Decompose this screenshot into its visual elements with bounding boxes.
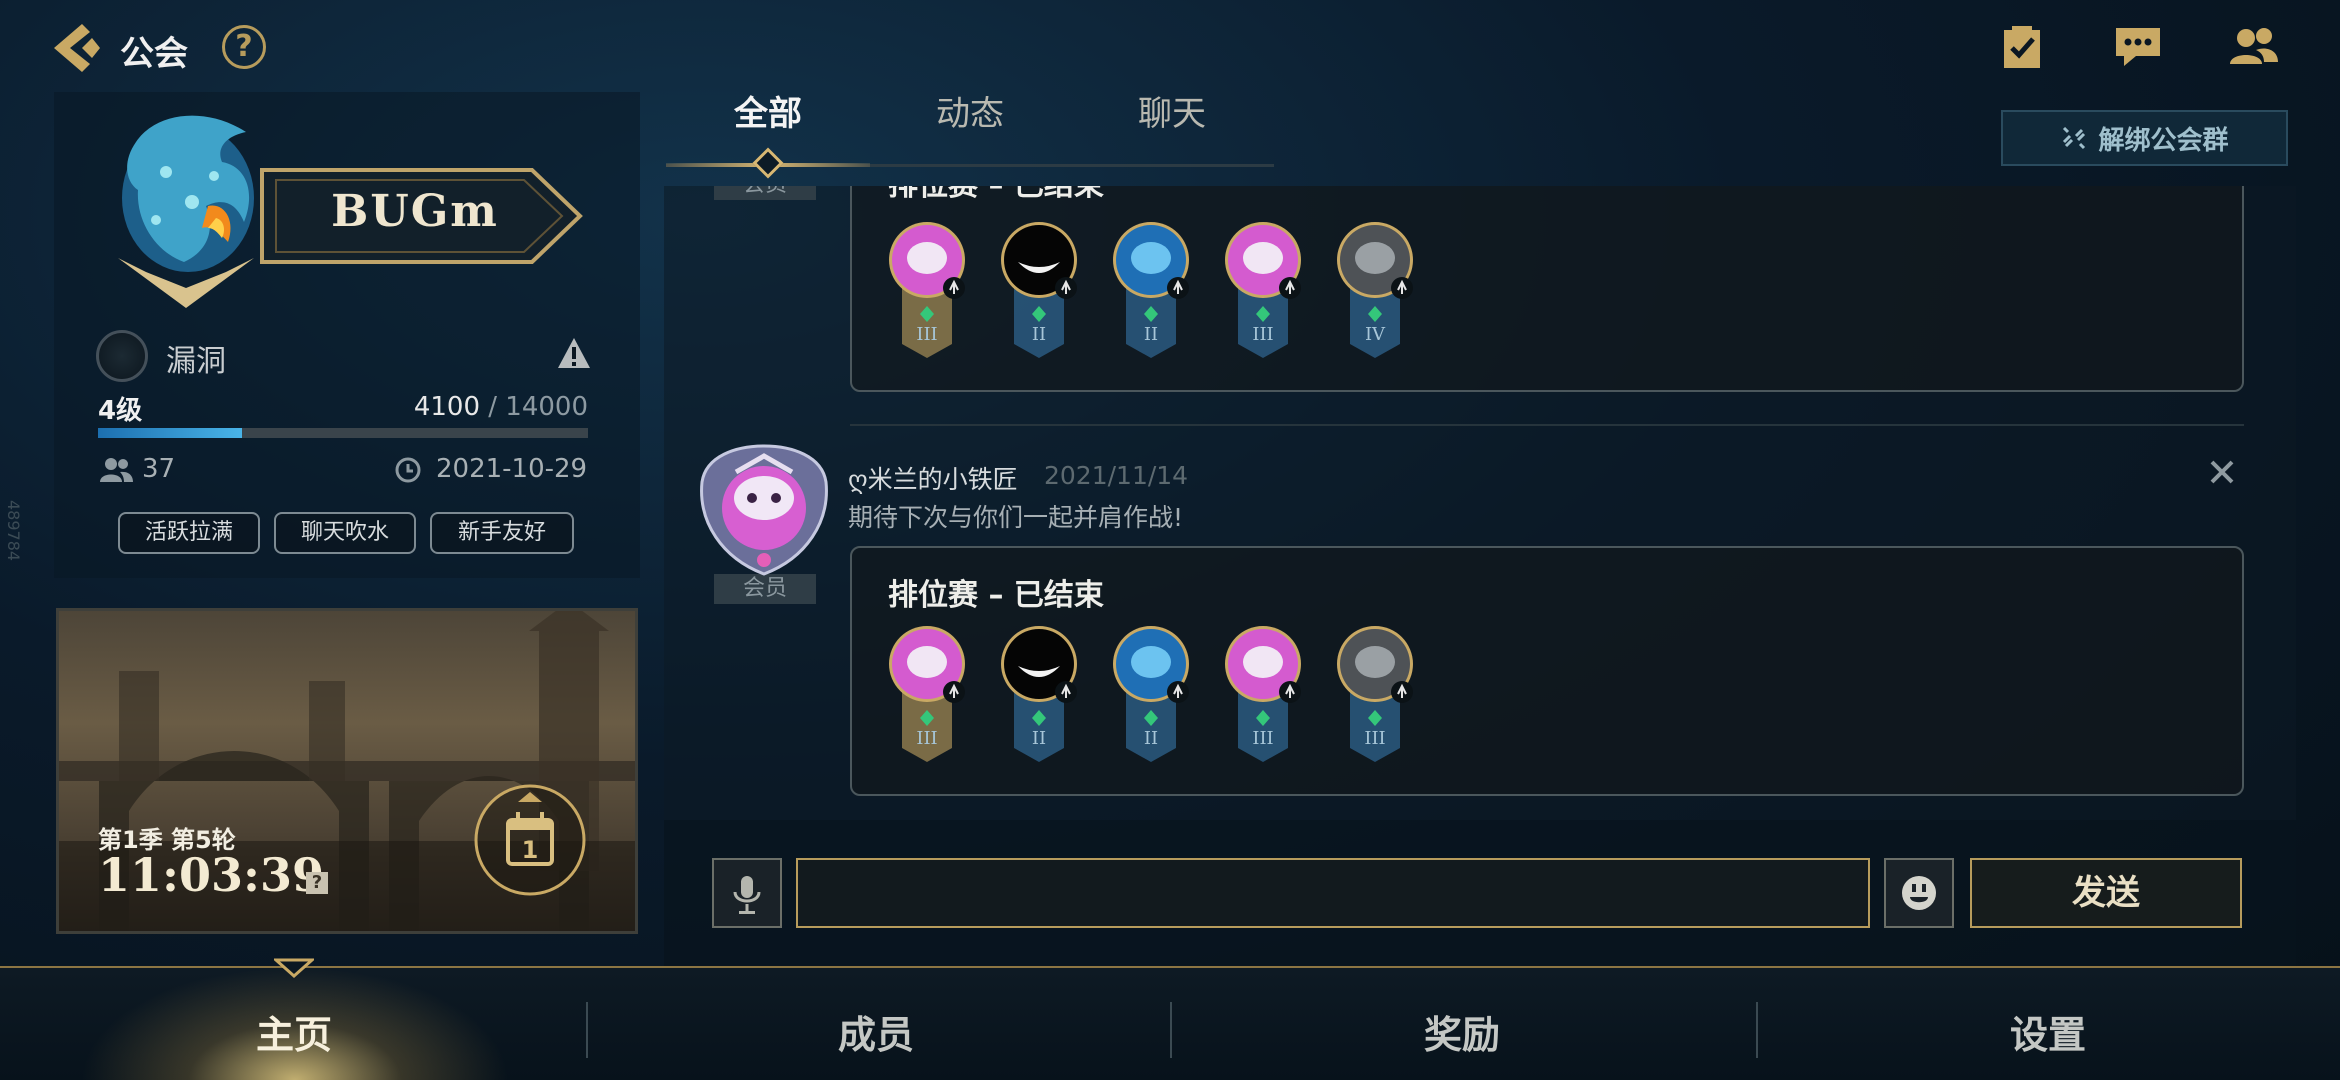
exp-progress-fill [98, 428, 242, 438]
champion-portrait: II [998, 220, 1080, 360]
member-badge: 会员 [714, 574, 816, 604]
champion-rank: II [1143, 324, 1159, 345]
champion-rank: II [1031, 324, 1047, 345]
match-result-card[interactable]: 排位赛 – 已结束 IIIIIIIIIIIV [850, 186, 2244, 392]
back-button[interactable] [48, 18, 108, 78]
post-date: 2021/11/14 [1044, 461, 1189, 490]
nav-rewards[interactable]: 奖励 [1312, 1004, 1612, 1059]
guild-created-date: 2021-10-29 [436, 454, 588, 484]
tab-all[interactable]: 全部 [688, 86, 848, 135]
champion-portrait: III [1334, 624, 1416, 764]
close-icon[interactable] [2202, 452, 2242, 492]
champion-rank: III [1252, 324, 1274, 345]
match-result-card[interactable]: 排位赛 – 已结束 III II II III III [850, 546, 2244, 796]
voice-button[interactable] [712, 858, 782, 928]
member-badge: 会员 [714, 186, 816, 200]
user-avatar[interactable] [696, 442, 832, 578]
back-arrow-icon [54, 24, 100, 72]
nav-separator [1170, 1002, 1172, 1058]
nav-settings[interactable]: 设置 [1898, 1004, 2198, 1059]
page-title: 公会 [120, 34, 188, 74]
chat-messages-icon[interactable] [2110, 22, 2166, 72]
calendar-button[interactable]: 1 [470, 780, 590, 900]
post-username[interactable]: ღ米兰的小铁匠 [848, 460, 1018, 496]
calendar-icon: 1 [474, 784, 586, 896]
guild-tag: 新手友好 [430, 512, 574, 554]
guild-emblem [96, 102, 276, 312]
season-help-icon[interactable]: ? [306, 872, 328, 894]
nav-home[interactable]: 主页 [144, 1004, 444, 1059]
chat-message-input[interactable] [796, 858, 1870, 928]
guild-status-icon [96, 330, 148, 382]
guild-tag: 聊天吹水 [274, 512, 416, 554]
champion-rank: III [916, 324, 938, 345]
nav-separator [586, 1002, 588, 1058]
guild-tag: 活跃拉满 [118, 512, 260, 554]
task-checklist-icon[interactable] [1994, 22, 2050, 72]
microphone-icon [733, 876, 761, 914]
champion-portrait: II [1110, 220, 1192, 360]
unlink-icon [2063, 126, 2086, 150]
champion-rank: IV [1364, 324, 1386, 345]
champion-portrait: III [1222, 624, 1304, 764]
guild-name: BUGm [331, 186, 499, 237]
post-message: 期待下次与你们一起并肩作战! [848, 503, 1184, 532]
tab-updates[interactable]: 动态 [890, 86, 1050, 135]
side-id-text: 489784 [4, 500, 23, 562]
champion-portrait: III [1222, 220, 1304, 360]
season-countdown-timer: 11:03:39 [98, 848, 325, 902]
exp-progress-bar [98, 428, 588, 438]
help-icon[interactable]: ? [222, 25, 266, 69]
unbind-guild-group-label: 解绑公会群 [2098, 125, 2229, 156]
champion-portrait: III [886, 220, 968, 360]
tab-active-marker [752, 147, 784, 179]
champion-rank: II [1031, 728, 1047, 749]
emoji-icon [1902, 876, 1936, 910]
post-divider [850, 424, 2244, 426]
emoji-button[interactable] [1884, 858, 1954, 928]
clock-icon [394, 456, 422, 484]
champion-rank: III [1364, 728, 1386, 749]
match-title: 排位赛 – 已结束 [888, 186, 1104, 204]
guild-level: 4级 [98, 396, 143, 426]
champion-portrait: II [998, 624, 1080, 764]
unbind-guild-group-button[interactable]: 解绑公会群 [2001, 110, 2288, 166]
friends-icon[interactable] [2226, 22, 2282, 72]
champion-rank: III [1252, 728, 1274, 749]
tab-chat[interactable]: 聊天 [1092, 86, 1252, 135]
champion-portrait: IV [1334, 220, 1416, 360]
member-count: 37 [142, 454, 176, 484]
match-title: 排位赛 – 已结束 [888, 578, 1104, 613]
nav-active-marker [272, 958, 316, 979]
warning-icon[interactable] [556, 336, 592, 370]
champion-portrait: III [886, 624, 968, 764]
guild-exp-text: 4100 / 14000 [380, 392, 588, 422]
champion-portrait: II [1110, 624, 1192, 764]
calendar-number: 1 [522, 836, 539, 864]
exp-current: 4100 [413, 392, 480, 422]
members-icon [98, 456, 134, 484]
champion-rank: II [1143, 728, 1159, 749]
exp-max: / 14000 [480, 392, 588, 422]
nav-separator [1756, 1002, 1758, 1058]
send-button[interactable]: 发送 [1970, 858, 2242, 928]
guild-status-label: 漏洞 [166, 344, 226, 379]
champion-rank: III [916, 728, 938, 749]
nav-members[interactable]: 成员 [726, 1004, 1026, 1059]
